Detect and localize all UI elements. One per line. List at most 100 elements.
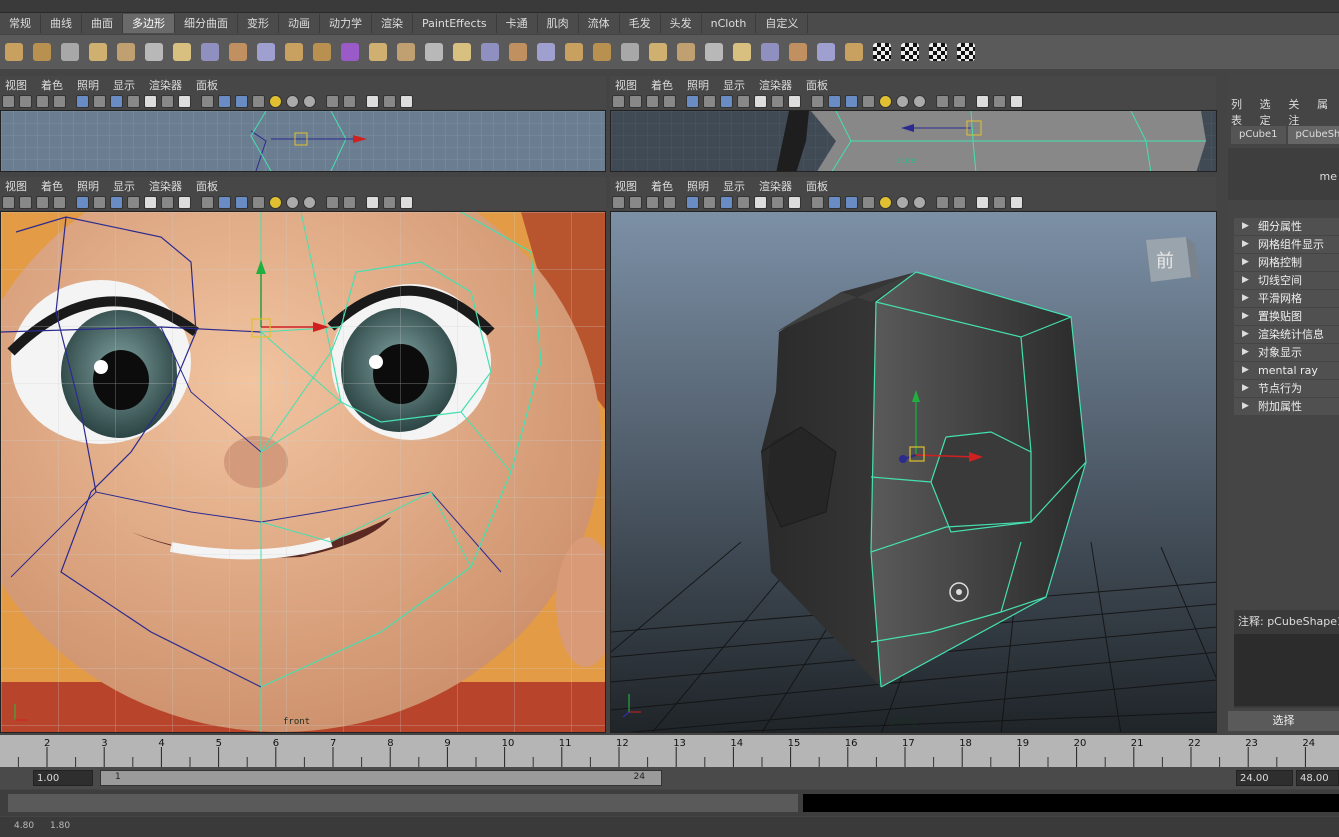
viewport-menu-item[interactable]: 渲染器 [759, 77, 792, 93]
shadows-icon[interactable] [828, 94, 841, 108]
attribute-editor-tab[interactable]: pCube1 [1231, 126, 1286, 144]
shelf-tab[interactable]: 动画 [279, 14, 320, 33]
shelf-tab[interactable]: nCloth [702, 14, 757, 33]
poly-pipe-icon[interactable] [229, 43, 247, 61]
ao-icon[interactable] [896, 195, 909, 209]
poly-prism-icon[interactable] [173, 43, 191, 61]
isolate-icon[interactable] [862, 94, 875, 108]
wireframe-on-shaded-icon[interactable] [993, 195, 1006, 209]
merge-icon[interactable] [761, 43, 779, 61]
lighting-icon[interactable] [201, 94, 214, 108]
image-plane-icon[interactable] [53, 94, 66, 108]
shelf-tab[interactable]: 曲线 [41, 14, 82, 33]
attribute-section[interactable]: ▶ 网格控制 [1234, 254, 1339, 271]
viewport-menu-item[interactable]: 着色 [651, 77, 673, 93]
snapshot-icon[interactable] [953, 94, 966, 108]
shelf-tab[interactable]: 细分曲面 [175, 14, 238, 33]
snapshot-icon[interactable] [343, 94, 356, 108]
hud-icon[interactable] [936, 94, 949, 108]
aa-icon[interactable] [913, 195, 926, 209]
light-icon[interactable] [879, 94, 892, 108]
viewport-menu-item[interactable]: 视图 [615, 77, 637, 93]
bookmark-icon[interactable] [646, 195, 659, 209]
attribute-section[interactable]: ▶ 平滑网格 [1234, 290, 1339, 307]
grid-icon[interactable] [76, 195, 89, 209]
shelf-tab[interactable]: 变形 [238, 14, 279, 33]
viewport-menu-item[interactable]: 渲染器 [149, 178, 182, 194]
cylindrical-map-icon[interactable] [873, 43, 891, 61]
shelf-tab[interactable]: 肌肉 [538, 14, 579, 33]
backface-icon[interactable] [1010, 195, 1023, 209]
extract-icon[interactable] [397, 43, 415, 61]
wireframe-on-shaded-icon[interactable] [383, 195, 396, 209]
viewport-top-right[interactable]: side [610, 110, 1217, 172]
viewport-menu-item[interactable]: 照明 [687, 77, 709, 93]
shelf-tab[interactable]: 卡通 [497, 14, 538, 33]
end-time-field[interactable]: 24.00 [1236, 770, 1293, 786]
smooth-shade-icon[interactable] [771, 195, 784, 209]
isolate-icon[interactable] [862, 195, 875, 209]
xray-icon[interactable] [845, 94, 858, 108]
shelf-tab[interactable]: 多边形 [123, 14, 175, 33]
viewport-menu-item[interactable]: 照明 [77, 77, 99, 93]
safe-action-icon[interactable] [737, 195, 750, 209]
wedge-icon[interactable] [789, 43, 807, 61]
attribute-editor-menu-item[interactable]: 关注 [1288, 96, 1306, 127]
append-icon[interactable] [565, 43, 583, 61]
command-input[interactable] [8, 794, 798, 812]
hud-icon[interactable] [326, 94, 339, 108]
backface-icon[interactable] [400, 94, 413, 108]
shelf-tab[interactable]: 动力学 [320, 14, 372, 33]
xray-icon[interactable] [235, 94, 248, 108]
fill-hole-icon[interactable] [537, 43, 555, 61]
separate-icon[interactable] [369, 43, 387, 61]
poly-torus-icon[interactable] [145, 43, 163, 61]
select-camera-icon[interactable] [2, 94, 15, 108]
poly-helix-icon[interactable] [257, 43, 275, 61]
safe-action-icon[interactable] [127, 195, 140, 209]
bookmark-icon[interactable] [36, 94, 49, 108]
safe-action-icon[interactable] [737, 94, 750, 108]
viewport-menu-item[interactable]: 着色 [41, 178, 63, 194]
notes-field[interactable] [1234, 634, 1339, 706]
grid-icon[interactable] [686, 94, 699, 108]
viewport-menu-item[interactable]: 显示 [113, 178, 135, 194]
image-plane-icon[interactable] [663, 195, 676, 209]
ao-icon[interactable] [286, 195, 299, 209]
viewport-menu-item[interactable]: 照明 [687, 178, 709, 194]
ao-icon[interactable] [896, 94, 909, 108]
resolution-gate-icon[interactable] [720, 94, 733, 108]
viewport-menu-item[interactable]: 显示 [113, 77, 135, 93]
shelf-tab[interactable]: 头发 [661, 14, 702, 33]
film-gate-icon[interactable] [93, 94, 106, 108]
shelf-tab[interactable]: 流体 [579, 14, 620, 33]
attribute-editor-menu-item[interactable]: 属 [1317, 96, 1328, 112]
time-slider[interactable]: 2 3 4 5 6 7 8 9 10 11 12 13 14 15 16 17 18 19 20 21 22 23 24 [0, 735, 1339, 767]
wireframe-on-shaded-icon[interactable] [383, 94, 396, 108]
resolution-gate-icon[interactable] [720, 195, 733, 209]
max-time-field[interactable]: 48.00 [1296, 770, 1339, 786]
viewport-top-left[interactable] [0, 110, 606, 172]
viewport-menu-item[interactable]: 视图 [5, 178, 27, 194]
bookmark-icon[interactable] [646, 94, 659, 108]
snapshot-icon[interactable] [343, 195, 356, 209]
attribute-editor-menu-item[interactable]: 选定 [1260, 96, 1278, 127]
isolate-icon[interactable] [252, 195, 265, 209]
viewport-front[interactable]: front [0, 211, 606, 733]
grid-icon[interactable] [686, 195, 699, 209]
planar-map-icon[interactable] [845, 43, 863, 61]
bevel-icon[interactable] [733, 43, 751, 61]
attribute-section[interactable]: ▶ 置换贴图 [1234, 308, 1339, 325]
shelf-tab[interactable]: PaintEffects [413, 14, 497, 33]
shelf-tab[interactable]: 渲染 [372, 14, 413, 33]
attribute-section[interactable]: ▶ 渲染统计信息 [1234, 326, 1339, 343]
smooth-shade-icon[interactable] [161, 94, 174, 108]
isolate-icon[interactable] [252, 94, 265, 108]
select-camera-icon[interactable] [612, 195, 625, 209]
shelf-tab[interactable]: 自定义 [756, 14, 809, 33]
aa-icon[interactable] [303, 94, 316, 108]
attribute-section[interactable]: ▶ 细分属性 [1234, 218, 1339, 235]
viewport-menu-item[interactable]: 面板 [196, 178, 218, 194]
viewport-menu-item[interactable]: 视图 [615, 178, 637, 194]
attribute-editor-menu-item[interactable]: 列表 [1231, 96, 1249, 127]
